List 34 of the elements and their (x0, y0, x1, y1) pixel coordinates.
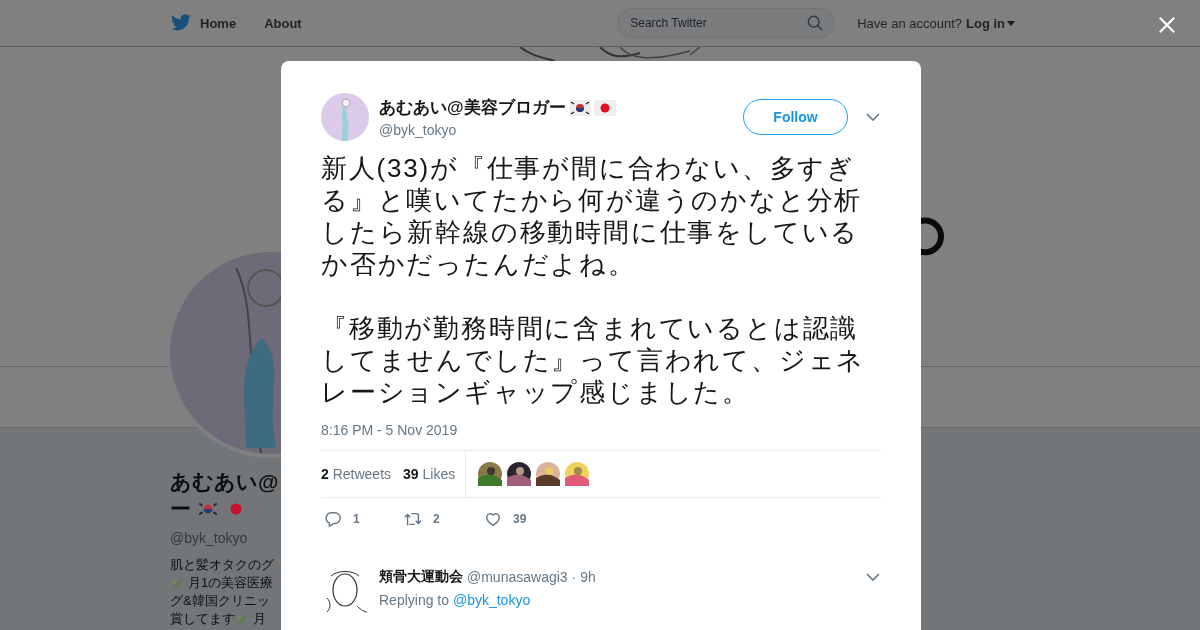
profile-name: あむあい@ ー (170, 469, 280, 522)
mention-link[interactable]: @byk_tokyo (452, 592, 531, 608)
replying-to-label: Replying to (379, 592, 450, 608)
account-prompt: Have an account? (857, 15, 962, 31)
bio-text: 月1の美容医療 (188, 574, 274, 592)
bio-text: 月 (253, 610, 266, 628)
bio-text: 賞してます (170, 610, 235, 628)
heart-icon[interactable] (483, 510, 503, 528)
login-link[interactable]: Log in (966, 15, 1015, 31)
reply-author-handle[interactable]: @munasawagi3 (467, 569, 568, 585)
separator-dot: · (571, 569, 577, 585)
action-count: 1 (353, 512, 360, 526)
reply-icon[interactable] (323, 510, 343, 528)
bio-text: 肌と髪オタクのグ (170, 556, 274, 574)
leaf-icon (170, 575, 185, 591)
retweet-icon[interactable] (403, 510, 423, 528)
action-count: 2 (433, 512, 440, 526)
korea-flag-icon (197, 500, 219, 517)
search-icon[interactable] (807, 15, 824, 31)
close-icon[interactable] (1158, 16, 1176, 34)
search-field[interactable]: Search Twitter (617, 8, 836, 38)
profile-handle: @byk_tokyo (170, 530, 249, 546)
reply-age[interactable]: 9h (580, 569, 596, 585)
caret-icon[interactable] (1007, 20, 1015, 26)
stat-link[interactable]: 39 Likes (403, 466, 456, 482)
bio-text: グ&韓国クリニッ (170, 592, 270, 610)
chevron-down-icon[interactable] (866, 573, 880, 581)
nav-link[interactable]: About (264, 15, 302, 31)
reply-author-name[interactable]: 頬骨大運動会 (379, 568, 463, 586)
leaf-icon (235, 611, 250, 627)
nav-link[interactable]: Home (200, 15, 237, 31)
tweet-timestamp[interactable]: 8:16 PM - 5 Nov 2019 (321, 422, 881, 438)
action-count: 39 (513, 512, 527, 526)
stat-link[interactable]: 2 Retweets (321, 466, 392, 482)
